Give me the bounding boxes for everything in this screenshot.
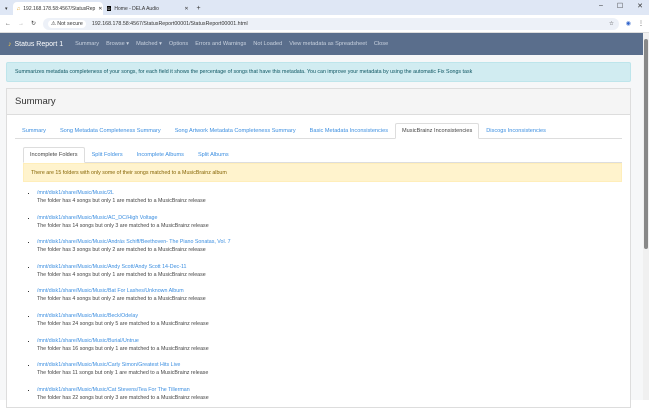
list-item: /mnt/disk1/share/Music/Music/Cat Stevens… bbox=[37, 385, 630, 409]
report-tabs: Summary Song Metadata Completeness Summa… bbox=[15, 123, 622, 139]
list-item: /mnt/disk1/share/Music/Music/Beck/Odelay… bbox=[37, 311, 630, 336]
address-bar-row: ← → ↻ ⚠ Not secure192.168.178.58:4567/Stat… bbox=[0, 15, 649, 33]
logo-icon: ♪ bbox=[8, 41, 12, 48]
scrollbar[interactable] bbox=[643, 33, 649, 400]
folder-link[interactable]: /mnt/disk1/share/Music/Music/Andy Scott/… bbox=[37, 263, 630, 271]
nav-options[interactable]: Options bbox=[169, 41, 188, 47]
tab-discogs[interactable]: Discogs Inconsistencies bbox=[479, 123, 553, 138]
info-alert: Summarizes metadata completeness of your… bbox=[6, 62, 631, 82]
back-icon[interactable]: ← bbox=[5, 21, 11, 27]
page-title: Summary bbox=[7, 89, 630, 115]
more-menu-icon[interactable]: ⋮ bbox=[638, 20, 644, 27]
subtab-split-folders[interactable]: Split Folders bbox=[85, 147, 130, 162]
not-secure-badge[interactable]: ⚠ Not secure bbox=[48, 20, 86, 28]
close-window-icon[interactable]: ✕ bbox=[637, 2, 643, 10]
profile-icon[interactable]: ◉ bbox=[626, 20, 631, 27]
list-item: /mnt/disk1/share/Music/Music/Burial/Untr… bbox=[37, 336, 630, 361]
tab-musicbrainz[interactable]: MusicBrainz Inconsistencies bbox=[395, 123, 479, 139]
folder-link[interactable]: /mnt/disk1/share/Music/Music/2L bbox=[37, 189, 630, 197]
forward-icon[interactable]: → bbox=[18, 21, 24, 27]
minimize-icon[interactable]: – bbox=[599, 2, 603, 10]
tab-song-metadata[interactable]: Song Metadata Completeness Summary bbox=[53, 123, 168, 138]
new-tab-icon[interactable]: + bbox=[193, 5, 205, 15]
bookmark-star-icon[interactable]: ☆ bbox=[609, 21, 614, 27]
browser-tab-home[interactable]: DHome - DELA Audio✕ bbox=[103, 2, 193, 15]
folder-link[interactable]: /mnt/disk1/share/Music/Music/Bat For Las… bbox=[37, 287, 630, 295]
subtab-split-albums[interactable]: Split Albums bbox=[191, 147, 236, 162]
warning-alert: There are 15 folders with only some of t… bbox=[23, 163, 622, 182]
tab-summary[interactable]: Summary bbox=[15, 123, 53, 138]
nav-matched[interactable]: Matched ▾ bbox=[136, 41, 162, 47]
nav-close[interactable]: Close bbox=[374, 41, 388, 47]
maximize-icon[interactable]: ☐ bbox=[617, 2, 623, 10]
list-item: /mnt/disk1/share/Music/Music/AC_DC/High … bbox=[37, 213, 630, 238]
summary-card: Summary Summary Song Metadata Completene… bbox=[6, 88, 631, 408]
brand[interactable]: ♪Status Report 1 bbox=[8, 41, 63, 48]
folder-link[interactable]: /mnt/disk1/share/Music/Music/Carly Simon… bbox=[37, 361, 630, 369]
nav-not-loaded[interactable]: Not Loaded bbox=[253, 41, 282, 47]
subtab-incomplete-albums[interactable]: Incomplete Albums bbox=[130, 147, 191, 162]
nav-summary[interactable]: Summary bbox=[75, 41, 99, 47]
folder-link[interactable]: /mnt/disk1/share/Music/Music/Cat Stevens… bbox=[37, 386, 630, 394]
close-tab-icon[interactable]: ✕ bbox=[184, 6, 188, 12]
sub-tabs: Incomplete Folders Split Folders Incompl… bbox=[23, 147, 622, 163]
tab-menu-icon[interactable]: ▾ bbox=[0, 6, 13, 15]
tab-basic-inconsistencies[interactable]: Basic Metadata Inconsistencies bbox=[303, 123, 395, 138]
list-item: /mnt/disk1/share/Music/Music/Bat For Las… bbox=[37, 286, 630, 311]
tab-artwork-metadata[interactable]: Song Artwork Metadata Completeness Summa… bbox=[168, 123, 303, 138]
navbar: ♪Status Report 1 Summary Browse ▾ Matche… bbox=[0, 33, 649, 55]
scrollbar-thumb[interactable] bbox=[644, 39, 648, 249]
reload-icon[interactable]: ↻ bbox=[31, 20, 36, 27]
folder-link[interactable]: /mnt/disk1/share/Music/Music/Burial/Untr… bbox=[37, 337, 630, 345]
nav-errors[interactable]: Errors and Warnings bbox=[195, 41, 246, 47]
url-input[interactable]: ⚠ Not secure192.168.178.58:4567/StatusRe… bbox=[43, 18, 619, 30]
subtab-incomplete-folders[interactable]: Incomplete Folders bbox=[23, 147, 85, 163]
dela-icon: D bbox=[107, 6, 112, 11]
folder-link[interactable]: /mnt/disk1/share/Music/Music/Beck/Odelay bbox=[37, 312, 630, 320]
list-item: /mnt/disk1/share/Music/Music/András Schi… bbox=[37, 237, 630, 262]
browser-tab-status-report[interactable]: ♫192.168.178.58:4567/StatusRep✕ bbox=[13, 2, 103, 15]
browser-tabstrip: ▾ ♫192.168.178.58:4567/StatusRep✕ DHome … bbox=[0, 0, 649, 15]
folder-link[interactable]: /mnt/disk1/share/Music/Music/András Schi… bbox=[37, 238, 630, 246]
music-icon: ♫ bbox=[17, 6, 21, 12]
list-item: /mnt/disk1/share/Music/Music/2LThe folde… bbox=[37, 188, 630, 213]
list-item: /mnt/disk1/share/Music/Music/Andy Scott/… bbox=[37, 262, 630, 287]
nav-browse[interactable]: Browse ▾ bbox=[106, 41, 129, 47]
list-item: /mnt/disk1/share/Music/Music/Carly Simon… bbox=[37, 360, 630, 385]
folder-list: /mnt/disk1/share/Music/Music/2LThe folde… bbox=[37, 188, 630, 409]
page-content: Summarizes metadata completeness of your… bbox=[0, 55, 643, 400]
folder-link[interactable]: /mnt/disk1/share/Music/Music/AC_DC/High … bbox=[37, 214, 630, 222]
nav-spreadsheet[interactable]: View metadata as Spreadsheet bbox=[289, 41, 367, 47]
